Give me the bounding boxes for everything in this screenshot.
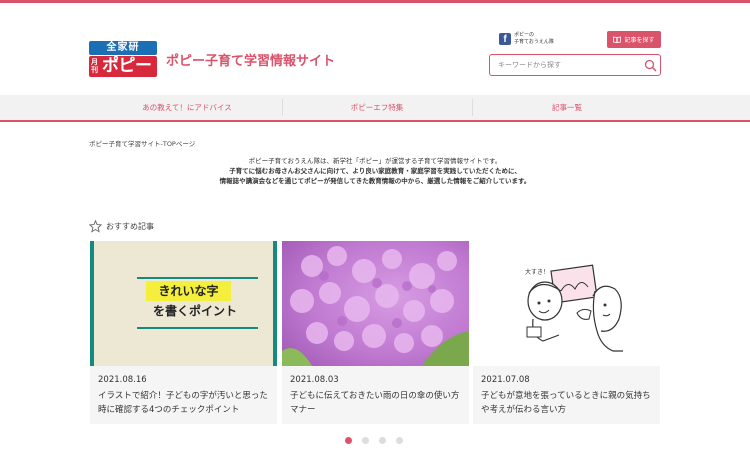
carousel-dot-1[interactable] xyxy=(345,437,352,444)
illustration-speech: 大すき！ xyxy=(525,268,549,276)
hydrangea-photo xyxy=(282,241,469,366)
article-title: 子どもに伝えておきたい雨の日の傘の使い方マナー xyxy=(290,391,460,415)
carousel-dot-4[interactable] xyxy=(396,437,403,444)
carousel-dot-2[interactable] xyxy=(362,437,369,444)
article-date: 2021.08.16 xyxy=(98,375,147,385)
intro-line-3: 情報誌や講演会などを通じてポピーが発信してきた教育情報の中から、厳選した情報をご… xyxy=(219,177,531,185)
star-icon xyxy=(89,220,102,233)
facebook-link[interactable]: f ポピーの 子育ておうえん隊 xyxy=(499,32,554,46)
recommended-heading-label: おすすめ記事 xyxy=(106,222,154,231)
facebook-link-text: ポピーの 子育ておうえん隊 xyxy=(514,32,554,46)
carousel-dot-3[interactable] xyxy=(379,437,386,444)
parent-child-illustration: 大すき！ xyxy=(473,241,660,366)
article-date: 2021.07.08 xyxy=(481,375,530,385)
logo-publisher: 全家研 xyxy=(89,41,157,55)
breadcrumb[interactable]: ポピー子育て学習サイト-TOPページ xyxy=(89,138,195,148)
article-card[interactable]: きれいな字 を書くポイント 2021.08.16 イラストで紹介！子どもの字が汚… xyxy=(90,241,277,424)
search-icon[interactable] xyxy=(644,59,657,72)
nav-item-article-list[interactable]: 記事一覧 xyxy=(472,95,662,120)
nav-item-feature[interactable]: ポピーエフ特集 xyxy=(282,95,472,120)
facebook-line-1: ポピーの xyxy=(514,32,535,38)
article-title: イラストで紹介！子どもの字が汚いと思った時に確認する4つのチェックポイント xyxy=(98,391,268,415)
main-nav: あの教えて！にアドバイス ポピーエフ特集 記事一覧 xyxy=(0,95,750,122)
thumbnail-heading: きれいな字 xyxy=(146,281,231,301)
nav-item-advice[interactable]: あの教えて！にアドバイス xyxy=(92,95,282,120)
logo-badge: 月刊 ポピー xyxy=(89,56,157,77)
search-box xyxy=(489,54,661,76)
thumbnail-rule xyxy=(137,327,258,329)
poppy-logo[interactable]: 全家研 月刊 ポピー xyxy=(89,41,157,77)
carousel-pagination xyxy=(345,437,413,444)
article-title: 子どもが意地を張っているときに親の気持ちや考えが伝わる言い方 xyxy=(481,391,651,415)
article-thumbnail: きれいな字 を書くポイント xyxy=(90,241,277,366)
top-accent-bar xyxy=(0,0,750,3)
find-articles-label: 記事を探す xyxy=(624,37,655,44)
thumbnail-border xyxy=(90,241,94,366)
facebook-line-2: 子育ておうえん隊 xyxy=(514,39,554,45)
thumbnail-subheading: を書くポイント xyxy=(152,304,237,318)
site-intro: ポピー子育ておうえん隊は、新学社「ポピー」が運営する子育て学習情報サイトです。 … xyxy=(0,156,750,186)
thumbnail-border xyxy=(273,241,277,366)
article-card[interactable]: 大すき！ 2021.07.08 子どもが意地を張っているときに親の気持ちや考えが… xyxy=(473,241,660,424)
book-icon xyxy=(613,36,622,43)
find-articles-button[interactable]: 記事を探す xyxy=(607,31,661,48)
site-title[interactable]: ポピー子育て学習情報サイト xyxy=(166,50,335,69)
intro-line-2: 子育てに悩むお母さんお父さんに向けて、より良い家庭教育・家庭学習を実践していただ… xyxy=(229,167,521,175)
article-thumbnail xyxy=(282,241,469,366)
intro-line-1: ポピー子育ておうえん隊は、新学社「ポピー」が運営する子育て学習情報サイトです。 xyxy=(248,157,502,165)
article-date: 2021.08.03 xyxy=(290,375,339,385)
search-input[interactable] xyxy=(498,59,638,71)
logo-name: ポピー xyxy=(102,56,152,76)
article-thumbnail: 大すき！ xyxy=(473,241,660,366)
thumbnail-rule xyxy=(137,277,258,279)
logo-monthly: 月刊 xyxy=(91,58,98,74)
facebook-icon: f xyxy=(499,33,511,45)
article-card[interactable]: 2021.08.03 子どもに伝えておきたい雨の日の傘の使い方マナー xyxy=(282,241,469,424)
recommended-heading: おすすめ記事 xyxy=(89,220,154,233)
